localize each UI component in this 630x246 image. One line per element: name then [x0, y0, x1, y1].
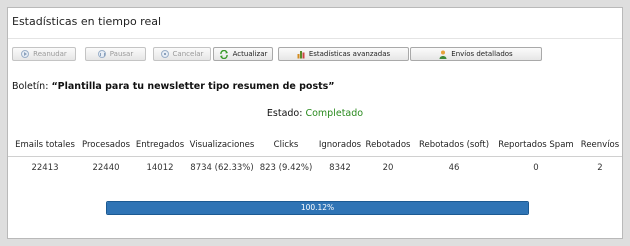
bulletin-line: Boletín: “Plantilla para tu newsletter t…: [12, 81, 335, 92]
cancel-button[interactable]: Cancelar: [153, 47, 211, 61]
header-procesados: Procesados: [81, 140, 131, 150]
header-ignorados: Ignorados: [318, 140, 362, 150]
value-clicks: 823 (9.42%): [259, 163, 313, 173]
value-emails-totales: 22413: [31, 163, 59, 173]
chart-icon: [297, 50, 305, 59]
status-value: Completado: [305, 108, 364, 119]
status-label: Estado:: [266, 108, 303, 119]
dialog-title: Estadísticas en tiempo real: [12, 15, 162, 28]
user-icon: [439, 50, 447, 59]
pause-button-label: Pausar: [109, 50, 134, 58]
cancel-button-label: Cancelar: [172, 50, 204, 58]
stats-table: Emails totales Procesados Entregados Vis…: [8, 133, 622, 183]
value-entregados: 14012: [146, 163, 174, 173]
cancel-icon: [160, 50, 169, 58]
resume-icon: [21, 50, 30, 58]
bulletin-name: “Plantilla para tu newsletter tipo resum…: [51, 81, 335, 92]
header-emails-totales: Emails totales: [15, 140, 75, 150]
header-entregados: Entregados: [135, 140, 185, 150]
value-ignorados: 8342: [329, 163, 351, 173]
header-rebotados: Rebotados: [365, 140, 411, 150]
dialog-panel: Estadísticas en tiempo real Reanudar Pau…: [7, 7, 623, 239]
status-line: Estado: Completado: [8, 108, 622, 119]
detailed-sends-button-label: Envíos detallados: [451, 50, 513, 58]
header-visualizaciones: Visualizaciones: [189, 140, 255, 150]
pause-button[interactable]: Pausar: [85, 47, 146, 61]
resume-button[interactable]: Reanudar: [12, 47, 76, 61]
value-rebotados-soft: 46: [448, 163, 460, 173]
advanced-stats-button-label: Estadísticas avanzadas: [308, 50, 391, 58]
progress-bar: 100.12%: [106, 201, 529, 215]
value-reenvios: 2: [597, 163, 603, 173]
value-visualizaciones: 8734 (62.33%): [190, 163, 254, 173]
header-clicks: Clicks: [273, 140, 299, 150]
header-reportados-spam: Reportados Spam: [498, 140, 574, 150]
value-rebotados: 20: [382, 163, 394, 173]
header-rebotados-soft: Rebotados (soft): [418, 140, 490, 150]
progress-text: 100.12%: [300, 203, 335, 212]
value-reportados-spam: 0: [533, 163, 539, 173]
pause-icon: [97, 50, 106, 58]
title-bar: Estadísticas en tiempo real: [8, 8, 622, 39]
refresh-button-label: Actualizar: [232, 50, 268, 58]
advanced-stats-button[interactable]: Estadísticas avanzadas: [278, 47, 409, 61]
refresh-button[interactable]: Actualizar: [213, 47, 273, 61]
dialog-frame: Estadísticas en tiempo real Reanudar Pau…: [0, 0, 630, 246]
header-reenvios: Reenvíos: [580, 140, 620, 150]
value-procesados: 22440: [92, 163, 120, 173]
detailed-sends-button[interactable]: Envíos detallados: [410, 47, 542, 61]
refresh-icon: [219, 49, 229, 59]
stats-divider: [8, 156, 622, 157]
resume-button-label: Reanudar: [33, 50, 67, 58]
bulletin-label: Boletín:: [12, 81, 49, 92]
